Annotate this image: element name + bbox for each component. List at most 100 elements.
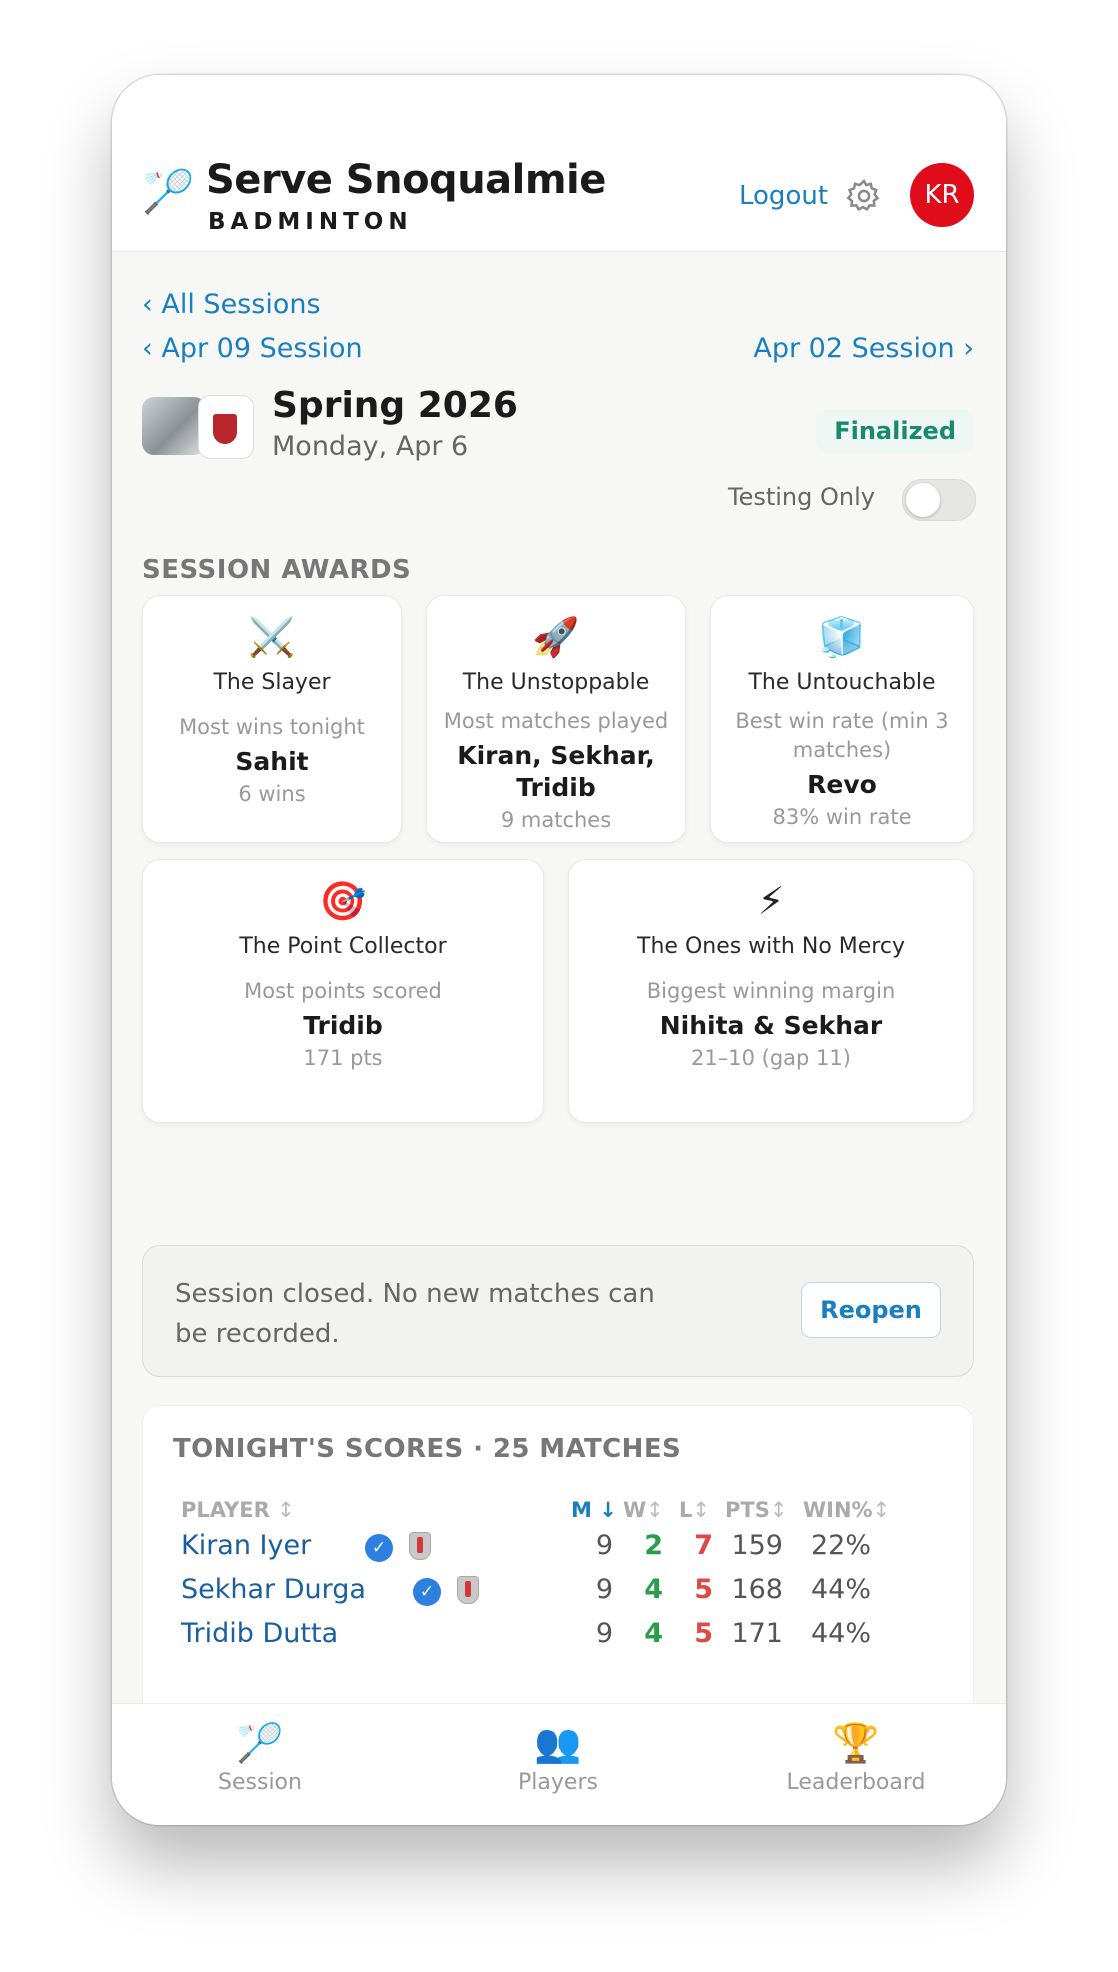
session-closed-text: Session closed. No new matches can be re…: [175, 1279, 655, 1349]
award-winner: Revo: [807, 770, 877, 799]
award-card-untouchable: 🧊 The Untouchable Best win rate (min 3 m…: [710, 595, 974, 843]
table-row: Tridib Dutta 9 4 5 171 44%: [143, 1618, 973, 1666]
table-row: Kiran Iyer ✓ 9 2 7 159 22%: [143, 1530, 973, 1578]
scores-table: TONIGHT'S SCORES · 25 MATCHES PLAYER ↕ M…: [142, 1405, 974, 1747]
verified-check-icon: ✓: [413, 1578, 441, 1606]
status-badge: Finalized: [816, 409, 974, 453]
sort-icon: ↕: [277, 1498, 295, 1522]
tab-label: Leaderboard: [786, 1770, 926, 1795]
award-description: Biggest winning margin: [646, 979, 896, 1003]
award-description: Best win rate (min 3 matches): [735, 709, 949, 762]
award-winner: Sahit: [235, 747, 309, 776]
badminton-icon: 🏸: [142, 167, 195, 216]
app-title: Serve Snoqualmie: [206, 157, 606, 203]
points-value: 168: [731, 1574, 783, 1605]
target-icon: 🎯: [319, 879, 367, 923]
losses-value: 5: [694, 1574, 713, 1605]
award-card-slayer: ⚔️ The Slayer Most wins tonight Sahit 6 …: [142, 595, 402, 843]
losses-value: 5: [694, 1618, 713, 1649]
column-header-win-percent[interactable]: WIN%↕: [803, 1498, 890, 1522]
win-percent-value: 22%: [810, 1530, 871, 1561]
award-name: The Unstoppable: [462, 670, 650, 695]
column-label: PLAYER: [181, 1498, 270, 1522]
rocket-icon: 🚀: [532, 615, 580, 659]
column-label: L: [679, 1498, 693, 1522]
badminton-icon: 🏸: [236, 1721, 284, 1765]
award-name: The Point Collector: [239, 934, 447, 959]
column-label: M: [571, 1498, 592, 1522]
column-header-losses[interactable]: L↕: [679, 1498, 710, 1522]
column-header-player[interactable]: PLAYER ↕: [181, 1498, 295, 1522]
tab-session[interactable]: 🏸 Session: [140, 1724, 380, 1795]
award-card-point-collector: 🎯 The Point Collector Most points scored…: [142, 859, 544, 1123]
sort-down-icon: ↓: [599, 1498, 617, 1522]
matches-value: 9: [595, 1530, 613, 1561]
crossed-swords-icon: ⚔️: [248, 615, 296, 659]
session-photo: [142, 397, 206, 455]
award-winner: Tridib: [303, 1011, 383, 1040]
award-value: 83% win rate: [772, 805, 912, 829]
sort-icon: ↕: [646, 1498, 664, 1522]
shield-icon: [457, 1576, 479, 1604]
points-value: 159: [731, 1530, 783, 1561]
trophy-icon: 🏆: [832, 1721, 880, 1765]
wins-value: 4: [644, 1618, 663, 1649]
player-name-link[interactable]: Sekhar Durga: [181, 1574, 366, 1605]
logout-button[interactable]: Logout: [739, 181, 828, 211]
matches-value: 9: [595, 1574, 613, 1605]
lightning-icon: ⚡: [757, 879, 785, 923]
sort-icon: ↕: [769, 1498, 788, 1522]
matches-value: 9: [595, 1618, 613, 1649]
award-winner: Nihita & Sekhar: [659, 1011, 883, 1040]
people-icon: 👥: [534, 1721, 582, 1765]
table-row: Sekhar Durga ✓ 9 4 5 168 44%: [143, 1574, 973, 1622]
tab-leaderboard[interactable]: 🏆 Leaderboard: [736, 1724, 976, 1795]
award-winner: Kiran, Sekhar, Tridib: [457, 741, 655, 802]
award-description: Most points scored: [244, 979, 442, 1003]
award-name: The Untouchable: [748, 670, 936, 695]
gear-icon[interactable]: [845, 177, 883, 215]
league-logo: [198, 395, 254, 459]
player-name-link[interactable]: Tridib Dutta: [181, 1618, 338, 1649]
column-header-matches[interactable]: M ↓: [571, 1498, 617, 1522]
shield-icon: [409, 1532, 431, 1560]
tab-players[interactable]: 👥 Players: [438, 1724, 678, 1795]
losses-value: 7: [694, 1530, 713, 1561]
award-description: Most wins tonight: [179, 715, 365, 739]
column-header-wins[interactable]: W↕: [623, 1498, 664, 1522]
bottom-tab-bar: 🏸 Session 👥 Players 🏆 Leaderboard: [112, 1703, 1006, 1825]
app-header: 🏸 Serve Snoqualmie BADMINTON Logout KR: [112, 75, 1006, 252]
win-percent-value: 44%: [810, 1618, 871, 1649]
win-percent-value: 44%: [810, 1574, 871, 1605]
reopen-button[interactable]: Reopen: [801, 1282, 941, 1338]
session-awards-heading: SESSION AWARDS: [142, 555, 412, 585]
award-name: The Slayer: [213, 670, 331, 695]
testing-only-toggle[interactable]: [902, 479, 976, 521]
ice-cube-icon: 🧊: [818, 615, 866, 659]
award-card-no-mercy: ⚡ The Ones with No Mercy Biggest winning…: [568, 859, 974, 1123]
user-avatar[interactable]: KR: [910, 163, 974, 227]
column-label: PTS: [725, 1498, 770, 1522]
points-value: 171: [731, 1618, 783, 1649]
column-label: W: [623, 1498, 647, 1522]
verified-check-icon: ✓: [365, 1534, 393, 1562]
previous-session-link[interactable]: ‹ Apr 09 Session: [142, 333, 363, 364]
wins-value: 4: [644, 1574, 663, 1605]
session-date: Monday, Apr 6: [272, 431, 469, 462]
tab-label: Session: [218, 1770, 302, 1795]
award-card-unstoppable: 🚀 The Unstoppable Most matches played Ki…: [426, 595, 686, 843]
award-value: 6 wins: [238, 782, 306, 806]
all-sessions-link[interactable]: ‹ All Sessions: [142, 289, 321, 320]
session-title: Spring 2026: [272, 385, 518, 426]
session-images: [142, 395, 254, 459]
sort-icon: ↕: [692, 1498, 710, 1522]
next-session-link[interactable]: Apr 02 Session ›: [753, 333, 974, 364]
app-subtitle: BADMINTON: [208, 209, 413, 235]
award-value: 9 matches: [500, 808, 612, 832]
player-name-link[interactable]: Kiran Iyer: [181, 1530, 311, 1561]
scores-heading: TONIGHT'S SCORES · 25 MATCHES: [173, 1434, 682, 1464]
app-window: 🏸 Serve Snoqualmie BADMINTON Logout KR ‹…: [112, 75, 1006, 1825]
column-header-points[interactable]: PTS↕: [725, 1498, 787, 1522]
wins-value: 2: [644, 1530, 663, 1561]
sort-icon: ↕: [872, 1498, 891, 1522]
